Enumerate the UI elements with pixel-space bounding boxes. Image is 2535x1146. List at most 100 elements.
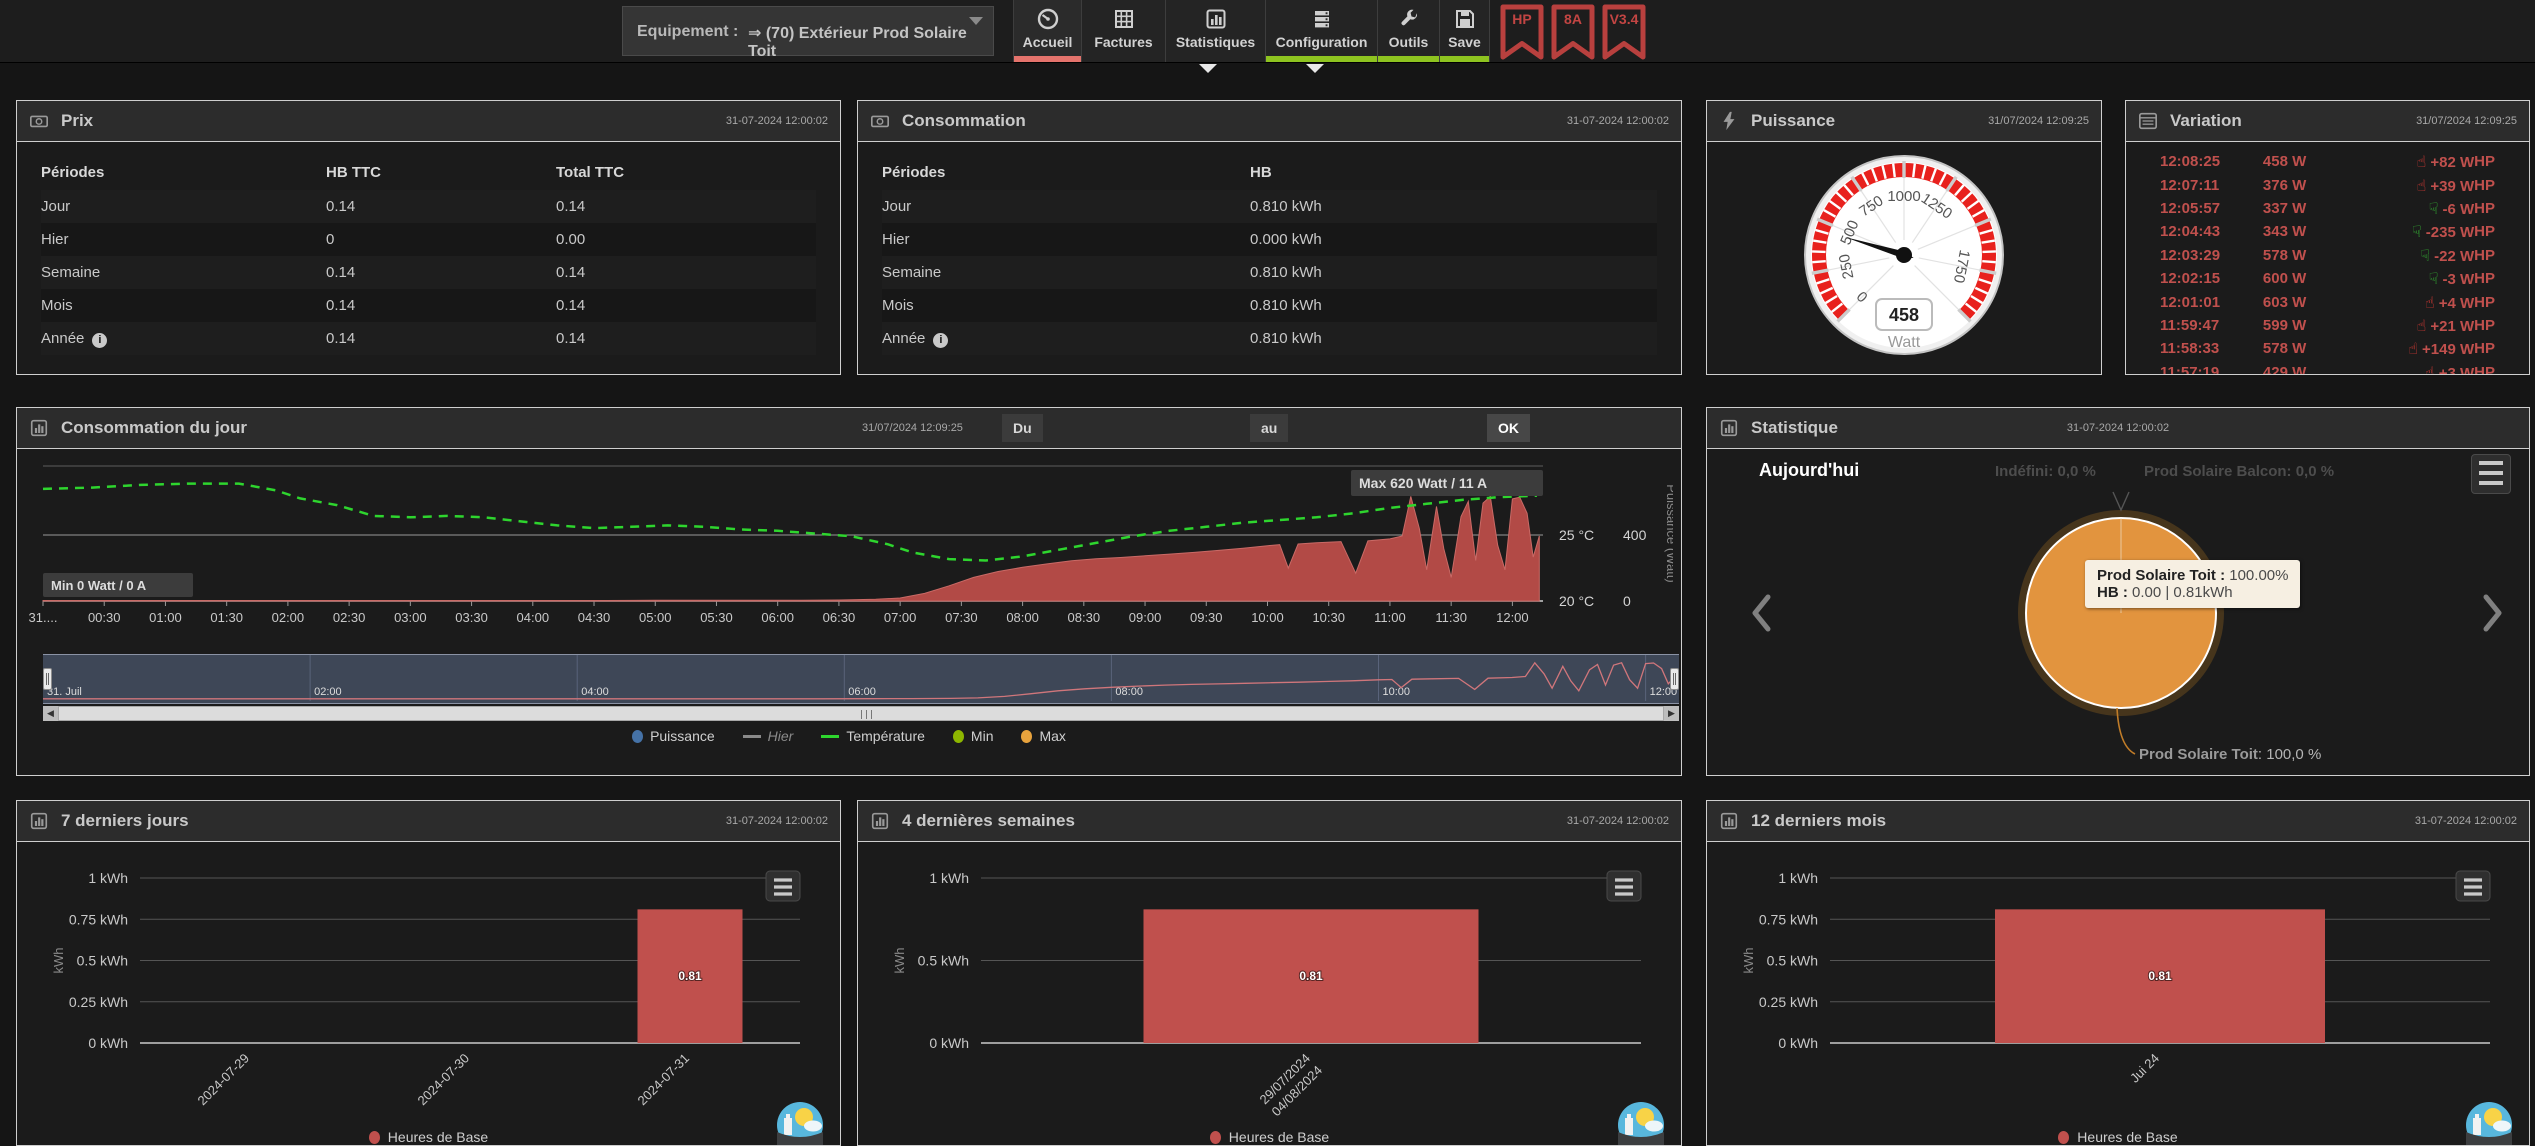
badge-version: V3.4 <box>1601 4 1647 61</box>
chart-navigator[interactable]: 31. Juil02:0004:0006:0008:0010:0012:00 <box>43 654 1679 704</box>
period-label: Mois <box>41 297 326 314</box>
table-row: Mois0.810 kWh <box>882 289 1657 322</box>
active-underline <box>1440 56 1489 62</box>
svg-text:2024-07-29: 2024-07-29 <box>194 1051 252 1109</box>
active-underline <box>1378 56 1439 62</box>
thumb-down-icon: ☟ <box>2429 199 2439 218</box>
money-icon <box>29 111 49 131</box>
timestamp: 31/07/2024 12:09:25 <box>2416 115 2517 127</box>
scroll-left-arrow-icon[interactable]: ◀ <box>43 706 58 721</box>
power-gauge: 0250500750100012501750458Watt <box>1707 141 2101 374</box>
table-row: Hier00.00 <box>41 223 816 256</box>
svg-text:Puissance (Watt): Puissance (Watt) <box>1664 484 1673 583</box>
status-badges: HP 8A V3.4 <box>1499 4 1647 61</box>
legend-item-hier[interactable]: Hier <box>743 728 794 744</box>
scrollbar-thumb[interactable] <box>58 706 1664 721</box>
variation-delta: ☝+82 W <box>2360 152 2475 171</box>
equipment-selector[interactable]: Equipement : ⇒ (70) Extérieur Prod Solai… <box>622 6 994 56</box>
variation-time: 12:05:57 <box>2160 200 2263 217</box>
equipment-label: Equipement : <box>637 23 738 41</box>
scroll-right-arrow-icon[interactable]: ▶ <box>1664 706 1679 721</box>
variation-time: 12:01:01 <box>2160 294 2263 311</box>
svg-text:07:00: 07:00 <box>884 610 917 625</box>
svg-text:07:30: 07:30 <box>945 610 978 625</box>
variation-value: 600 W <box>2263 270 2360 287</box>
consommation-panel: Consommation 31-07-2024 12:00:02 Période… <box>857 100 1682 375</box>
thumb-up-icon: ☝ <box>2417 152 2427 171</box>
carousel-left-arrow[interactable] <box>1751 593 1773 633</box>
configuration-dropdown-arrow-icon <box>1306 64 1324 73</box>
variation-tariff: HP <box>2474 153 2495 170</box>
chart-scrollbar[interactable]: ◀ ▶ <box>43 706 1679 721</box>
puissance-panel: Puissance 31/07/2024 12:09:25 0250500750… <box>1706 100 2102 375</box>
scrollbar-grip <box>861 710 872 719</box>
underline <box>1082 56 1165 62</box>
column-header: HB TTC <box>326 164 556 181</box>
date-to-button[interactable]: au <box>1250 414 1288 442</box>
value-cell: 0.14 <box>326 297 556 314</box>
column-header: Périodes <box>882 164 1250 181</box>
svg-text:06:00: 06:00 <box>848 686 876 698</box>
weather-icon[interactable] <box>1617 1101 1665 1146</box>
chart-icon <box>870 811 890 831</box>
menu-label: Accueil <box>1023 34 1073 50</box>
navigator-handle-right[interactable] <box>1670 668 1679 690</box>
navigator-handle-left[interactable] <box>43 668 52 690</box>
legend-label: Heures de Base <box>2077 1129 2177 1145</box>
svg-text:04:30: 04:30 <box>578 610 611 625</box>
table-row: Jour0.810 kWh <box>882 190 1657 223</box>
weather-icon[interactable] <box>776 1101 824 1146</box>
menu-item-accueil[interactable]: Accueil <box>1013 0 1081 62</box>
svg-text:2024-07-30: 2024-07-30 <box>414 1051 472 1109</box>
tooltip-percent: 100.00% <box>2229 567 2288 584</box>
date-from-input[interactable] <box>1049 414 1233 442</box>
svg-text:05:30: 05:30 <box>700 610 733 625</box>
chart-legend: Puissance Hier Température Min Max <box>17 728 1681 744</box>
svg-text:0.81: 0.81 <box>678 969 702 983</box>
chart-legend[interactable]: Heures de Base <box>858 1129 1681 1145</box>
carousel-right-arrow[interactable] <box>2481 593 2503 633</box>
tooltip-series-name: Prod Solaire Toit : <box>2097 567 2225 584</box>
ok-button[interactable]: OK <box>1487 414 1530 442</box>
menu-item-configuration[interactable]: Configuration <box>1265 0 1377 62</box>
chart-legend[interactable]: Heures de Base <box>1707 1129 2529 1145</box>
chart-legend[interactable]: Heures de Base <box>17 1129 840 1145</box>
value-cell: 0.14 <box>326 198 556 215</box>
legend-item-température[interactable]: Température <box>821 728 925 744</box>
panel-title: Consommation du jour <box>61 418 247 438</box>
date-from-button[interactable]: Du <box>1002 414 1043 442</box>
svg-text:02:00: 02:00 <box>314 686 342 698</box>
info-icon[interactable]: i <box>92 333 107 348</box>
legend-item-min[interactable]: Min <box>953 728 994 744</box>
production-pie-chart <box>1707 448 2529 775</box>
weather-icon[interactable] <box>2465 1101 2513 1146</box>
table-row: Hier0.000 kWh <box>882 223 1657 256</box>
menu-item-factures[interactable]: Factures <box>1081 0 1165 62</box>
svg-text:00:30: 00:30 <box>88 610 121 625</box>
variation-row: 12:05:57337 W☟-6 WHP <box>2126 197 2529 220</box>
svg-text:02:00: 02:00 <box>272 610 305 625</box>
day-consumption-chart: 31....00:3001:0001:3002:0002:3003:0003:3… <box>27 456 1673 646</box>
svg-text:0.75 kWh: 0.75 kWh <box>1759 911 1818 927</box>
menu-item-statistiques[interactable]: Statistiques <box>1165 0 1265 62</box>
info-icon[interactable]: i <box>933 333 948 348</box>
thumb-up-icon: ☝ <box>2408 339 2418 358</box>
value-cell: 0.000 kWh <box>1250 231 1550 248</box>
menu-label: Statistiques <box>1176 34 1255 50</box>
timestamp: 31-07-2024 12:00:02 <box>726 815 828 827</box>
menu-item-save[interactable]: Save <box>1439 0 1490 62</box>
chevron-down-icon <box>969 17 983 25</box>
legend-item-max[interactable]: Max <box>1021 728 1065 744</box>
menu-item-outils[interactable]: Outils <box>1377 0 1439 62</box>
date-to-input[interactable] <box>1297 414 1481 442</box>
menu-label: Configuration <box>1276 34 1368 50</box>
variation-row: 12:01:01603 W☝+4 WHP <box>2126 290 2529 313</box>
variation-delta: ☟-235 W <box>2360 222 2475 241</box>
period-label: Annéei <box>882 330 1250 348</box>
legend-item-puissance[interactable]: Puissance <box>632 728 715 744</box>
svg-text:02:30: 02:30 <box>333 610 366 625</box>
wrench-icon <box>1397 7 1421 31</box>
svg-text:10:30: 10:30 <box>1312 610 1345 625</box>
value-cell: 0.810 kWh <box>1250 264 1550 281</box>
svg-text:12:00: 12:00 <box>1496 610 1529 625</box>
